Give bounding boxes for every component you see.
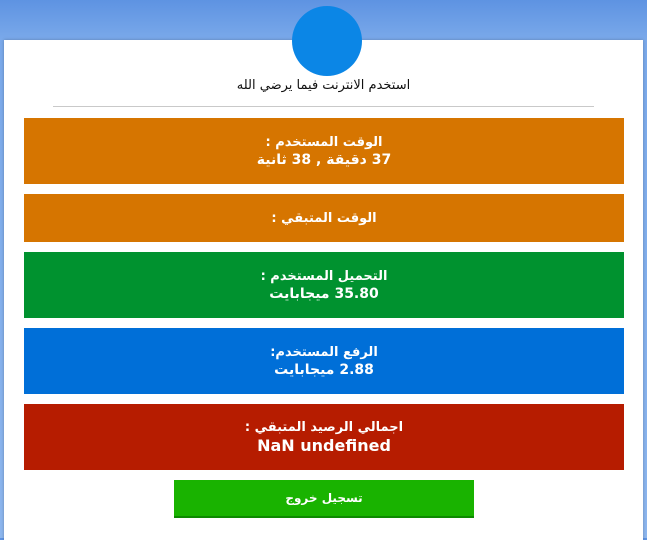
time-remaining-label: الوقت المتبقي : (271, 210, 377, 226)
upload-used-label: الرفع المستخدم: (270, 344, 378, 360)
download-used-value: 35.80 ميجابايت (269, 285, 379, 302)
download-used-panel: التحميل المستخدم : 35.80 ميجابايت (24, 252, 624, 318)
download-used-label: التحميل المستخدم : (260, 268, 388, 284)
logo-circle (292, 6, 362, 76)
divider (53, 106, 594, 107)
time-remaining-panel: الوقت المتبقي : (24, 194, 624, 242)
upload-used-panel: الرفع المستخدم: 2.88 ميجابايت (24, 328, 624, 394)
logout-button[interactable]: تسجيل خروج (174, 480, 474, 518)
time-used-label: الوقت المستخدم : (265, 134, 383, 150)
time-used-panel: الوقت المستخدم : 37 دقيقة , 38 ثانية (24, 118, 624, 184)
balance-remaining-label: اجمالي الرصيد المتبقي : (244, 419, 404, 435)
balance-remaining-panel: اجمالي الرصيد المتبقي : NaN undefined (24, 404, 624, 470)
page-tagline: استخدم الانترنت فيما يرضي الله (236, 78, 411, 93)
upload-used-value: 2.88 ميجابايت (274, 361, 374, 378)
time-used-value: 37 دقيقة , 38 ثانية (256, 151, 392, 168)
balance-remaining-value: NaN undefined (257, 435, 391, 455)
